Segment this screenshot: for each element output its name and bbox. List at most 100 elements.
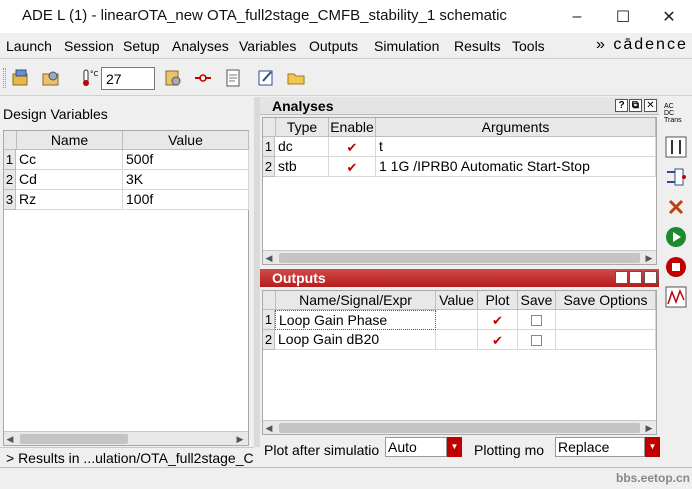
output-save-options-cell[interactable] bbox=[556, 330, 656, 350]
column-header-value[interactable]: Value bbox=[123, 131, 249, 150]
help-button[interactable]: ? bbox=[615, 271, 628, 284]
horizontal-scrollbar[interactable]: ◀ ▶ bbox=[263, 250, 656, 264]
checkbox-checked-icon[interactable]: ✔ bbox=[492, 334, 503, 347]
checkbox-unchecked-icon[interactable] bbox=[531, 334, 542, 346]
column-header-name[interactable]: Name bbox=[17, 131, 123, 150]
analysis-enable-cell[interactable]: ✔ bbox=[329, 157, 376, 177]
setup-outputs-icon[interactable] bbox=[664, 165, 688, 189]
open-folder-icon[interactable] bbox=[286, 68, 306, 88]
scrollbar-thumb[interactable] bbox=[20, 434, 128, 444]
variable-name-cell[interactable]: Cc bbox=[16, 150, 123, 170]
close-dock-button[interactable]: ✕ bbox=[644, 271, 657, 284]
output-plot-cell[interactable]: ✔ bbox=[478, 310, 518, 330]
column-header-type[interactable]: Type bbox=[276, 118, 329, 137]
column-header-save[interactable]: Save bbox=[518, 291, 556, 310]
menu-results[interactable]: Results bbox=[454, 38, 501, 54]
output-name-cell[interactable]: Loop Gain Phase bbox=[275, 310, 436, 330]
scroll-left-icon[interactable]: ◀ bbox=[263, 251, 275, 265]
output-save-cell[interactable] bbox=[518, 310, 556, 330]
menu-setup[interactable]: Setup bbox=[123, 38, 160, 54]
temperature-input[interactable] bbox=[101, 67, 155, 90]
row-number[interactable]: 3 bbox=[4, 190, 16, 210]
output-plot-cell[interactable]: ✔ bbox=[478, 330, 518, 350]
setup-model-icon[interactable] bbox=[163, 68, 183, 88]
analysis-type-cell[interactable]: stb bbox=[275, 157, 329, 177]
row-number[interactable]: 2 bbox=[263, 330, 275, 350]
stop-simulation-icon[interactable] bbox=[664, 255, 688, 279]
horizontal-scrollbar[interactable]: ◀ ▶ bbox=[263, 420, 656, 434]
row-number[interactable]: 1 bbox=[4, 150, 16, 170]
checkbox-checked-icon[interactable]: ✔ bbox=[347, 141, 358, 154]
choose-analyses-icon[interactable]: AC DC Trans bbox=[664, 101, 692, 125]
chevron-down-icon[interactable]: ▼ bbox=[645, 437, 660, 457]
column-header-plot[interactable]: Plot bbox=[478, 291, 518, 310]
horizontal-scrollbar[interactable]: ◀ ▶ bbox=[4, 431, 248, 445]
chevron-down-icon[interactable]: ▼ bbox=[447, 437, 462, 457]
menu-simulation[interactable]: Simulation bbox=[374, 38, 439, 54]
variable-value-cell[interactable]: 3K bbox=[123, 170, 249, 190]
column-header-arguments[interactable]: Arguments bbox=[376, 118, 656, 137]
variable-name-cell[interactable]: Rz bbox=[16, 190, 123, 210]
scroll-left-icon[interactable]: ◀ bbox=[4, 432, 16, 446]
plot-options-bar: Plot after simulatio Auto ▼ Plotting mo … bbox=[260, 437, 660, 463]
row-number[interactable]: 1 bbox=[263, 310, 275, 330]
toolbar-grip[interactable] bbox=[3, 68, 6, 88]
netlist-icon[interactable] bbox=[223, 68, 243, 88]
menu-launch[interactable]: Launch bbox=[6, 38, 52, 54]
scroll-right-icon[interactable]: ▶ bbox=[234, 432, 246, 446]
column-header-value[interactable]: Value bbox=[436, 291, 478, 310]
plotting-mode-label: Plotting mo bbox=[474, 442, 545, 458]
analysis-type-cell[interactable]: dc bbox=[275, 137, 329, 157]
undock-button[interactable]: ⧉ bbox=[629, 99, 642, 112]
analysis-arguments-cell[interactable]: t bbox=[376, 137, 656, 157]
edit-variables-icon[interactable] bbox=[664, 135, 688, 159]
menu-variables[interactable]: Variables bbox=[239, 38, 296, 54]
plot-outputs-icon[interactable] bbox=[664, 285, 688, 309]
scrollbar-thumb[interactable] bbox=[279, 253, 640, 263]
plotting-mode-select[interactable]: Replace bbox=[555, 437, 645, 457]
scroll-left-icon[interactable]: ◀ bbox=[263, 421, 275, 435]
checkbox-checked-icon[interactable]: ✔ bbox=[492, 314, 503, 327]
variable-name-cell[interactable]: Cd bbox=[16, 170, 123, 190]
row-number[interactable]: 2 bbox=[4, 170, 16, 190]
help-button[interactable]: ? bbox=[615, 99, 628, 112]
close-button[interactable]: ✕ bbox=[646, 0, 692, 33]
row-number[interactable]: 1 bbox=[263, 137, 275, 157]
load-state-icon[interactable] bbox=[11, 68, 31, 88]
title-bar: ADE L (1) - linearOTA_new OTA_full2stage… bbox=[0, 0, 692, 33]
column-header-save-options[interactable]: Save Options bbox=[556, 291, 656, 310]
checkbox-unchecked-icon[interactable] bbox=[531, 314, 542, 326]
menu-tools[interactable]: Tools bbox=[512, 38, 545, 54]
edit-form-icon[interactable] bbox=[256, 68, 276, 88]
select-on-schematic-icon[interactable] bbox=[193, 68, 213, 88]
menu-session[interactable]: Session bbox=[64, 38, 114, 54]
watermark: bbs.eetop.cn bbox=[616, 471, 691, 485]
run-simulation-icon[interactable] bbox=[664, 225, 688, 249]
analyses-title: Analyses bbox=[272, 98, 334, 114]
plot-after-simulation-label: Plot after simulatio bbox=[264, 442, 380, 458]
output-name-cell[interactable]: Loop Gain dB20 bbox=[275, 330, 436, 350]
undock-button[interactable]: ⧉ bbox=[629, 271, 642, 284]
scroll-right-icon[interactable]: ▶ bbox=[643, 421, 655, 435]
menu-outputs[interactable]: Outputs bbox=[309, 38, 358, 54]
scrollbar-thumb[interactable] bbox=[279, 423, 640, 433]
column-header-name-signal-expr[interactable]: Name/Signal/Expr bbox=[276, 291, 436, 310]
maximize-button[interactable]: ☐ bbox=[600, 0, 646, 33]
scroll-right-icon[interactable]: ▶ bbox=[643, 251, 655, 265]
plot-after-simulation-select[interactable]: Auto bbox=[385, 437, 447, 457]
menu-analyses[interactable]: Analyses bbox=[172, 38, 229, 54]
output-save-cell[interactable] bbox=[518, 330, 556, 350]
row-number[interactable]: 2 bbox=[263, 157, 275, 177]
checkbox-checked-icon[interactable]: ✔ bbox=[347, 161, 358, 174]
minimize-button[interactable]: – bbox=[554, 0, 600, 33]
close-dock-button[interactable]: ✕ bbox=[644, 99, 657, 112]
trans-label: Trans bbox=[664, 116, 682, 124]
analysis-enable-cell[interactable]: ✔ bbox=[329, 137, 376, 157]
delete-icon[interactable] bbox=[664, 195, 688, 219]
column-header-enable[interactable]: Enable bbox=[329, 118, 376, 137]
analysis-arguments-cell[interactable]: 1 1G /IPRB0 Automatic Start-Stop bbox=[376, 157, 656, 177]
variable-value-cell[interactable]: 100f bbox=[123, 190, 249, 210]
output-save-options-cell[interactable] bbox=[556, 310, 656, 330]
variable-value-cell[interactable]: 500f bbox=[123, 150, 249, 170]
save-state-icon[interactable] bbox=[41, 68, 61, 88]
